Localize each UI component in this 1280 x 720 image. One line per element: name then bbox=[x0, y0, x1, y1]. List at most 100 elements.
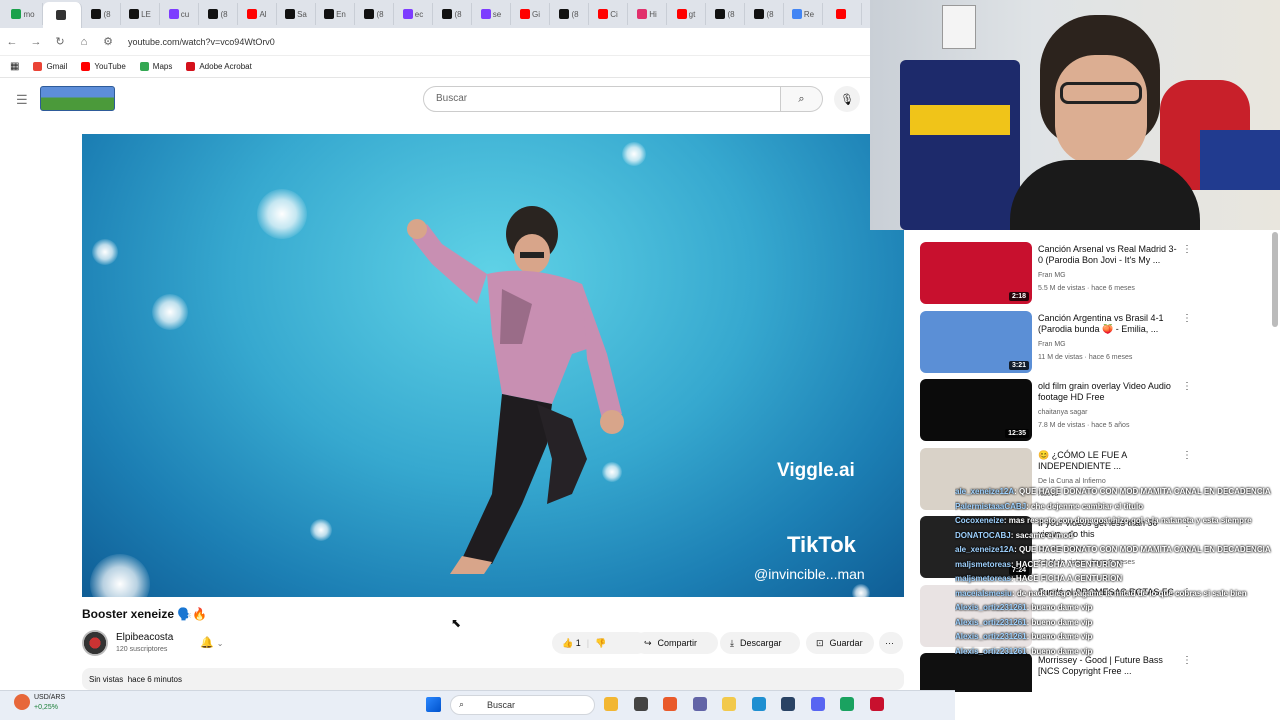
bookmark-item[interactable]: Gmail bbox=[33, 62, 67, 71]
view-count: Sin vistas bbox=[89, 675, 124, 684]
url-field[interactable]: youtube.com/watch?v=vco94WtOrv0 bbox=[128, 37, 275, 47]
search-input[interactable]: Buscar bbox=[423, 86, 781, 112]
voice-search-button[interactable]: 🎙 bbox=[834, 86, 860, 112]
video-thumbnail[interactable]: 2:18 bbox=[920, 242, 1032, 304]
browser-tab[interactable]: (8 bbox=[433, 3, 472, 25]
bookmark-item[interactable]: Adobe Acrobat bbox=[186, 62, 252, 71]
taskbar-app-icon[interactable] bbox=[869, 697, 884, 711]
tab-label: (8 bbox=[766, 9, 774, 19]
recommendation-channel[interactable]: De la Cuna al Infierno bbox=[1038, 478, 1106, 485]
apps-icon[interactable]: ▦ bbox=[10, 61, 19, 72]
person-shirt bbox=[1010, 160, 1200, 230]
browser-tab[interactable] bbox=[823, 3, 862, 25]
video-thumbnail[interactable]: 12:35 bbox=[920, 379, 1032, 441]
recommendation-item[interactable]: 2:18 Canción Arsenal vs Real Madrid 3-0 (… bbox=[920, 242, 1280, 306]
forward-icon[interactable]: → bbox=[24, 36, 48, 48]
currency-widget[interactable]: USD/ARS +0,25% bbox=[34, 693, 65, 713]
tab-favicon-icon bbox=[324, 9, 335, 19]
taskbar-app-icon[interactable] bbox=[663, 697, 677, 711]
chat-message: Alexis_ortiz231261: bueno dame vip bbox=[955, 616, 1280, 631]
recommendation-channel[interactable]: Fran MG bbox=[1038, 272, 1066, 279]
taskbar-app-icon[interactable] bbox=[840, 697, 854, 711]
taskbar-search[interactable]: ⌕ Buscar bbox=[450, 695, 595, 715]
home-icon[interactable]: ⌂ bbox=[72, 36, 96, 48]
browser-tab[interactable]: se bbox=[472, 3, 511, 25]
chat-username: maceiaIsmesiu bbox=[955, 588, 1012, 598]
duration-badge: 2:18 bbox=[1008, 292, 1029, 301]
notification-bell-button[interactable]: 🔔 ⌄ bbox=[200, 636, 223, 649]
tab-favicon-icon bbox=[168, 9, 179, 19]
mouse-cursor: ⬉ bbox=[451, 616, 462, 630]
description-box[interactable]: Sin vistas hace 6 minutos bbox=[82, 668, 904, 690]
browser-tab[interactable]: (8 bbox=[355, 3, 394, 25]
taskbar-app-icon[interactable] bbox=[692, 697, 707, 711]
dislike-button[interactable]: 👎 bbox=[595, 638, 606, 649]
avatar[interactable] bbox=[82, 630, 108, 656]
menu-icon[interactable]: ☰ bbox=[16, 92, 28, 108]
more-vert-icon[interactable]: ⋮ bbox=[1182, 244, 1192, 255]
browser-tab[interactable]: gt bbox=[667, 3, 706, 25]
browser-tab[interactable]: mo bbox=[4, 3, 43, 25]
bookmark-item[interactable]: Maps bbox=[139, 62, 172, 71]
start-button[interactable] bbox=[426, 697, 441, 712]
more-vert-icon[interactable]: ⋮ bbox=[1182, 381, 1192, 392]
browser-tab[interactable]: En bbox=[316, 3, 355, 25]
taskbar-app-icon[interactable] bbox=[751, 697, 766, 711]
download-button[interactable]: ⤓ Descargar bbox=[720, 632, 800, 654]
channel-name[interactable]: Elpibeacosta bbox=[116, 632, 173, 643]
scrollbar[interactable] bbox=[1272, 232, 1278, 327]
recommendation-title[interactable]: 😊 ¿CÓMO LE FUE A INDEPENDIENTE ... bbox=[1038, 450, 1178, 472]
tab-favicon-icon bbox=[56, 10, 66, 20]
bookmark-item[interactable]: YouTube bbox=[81, 62, 126, 71]
browser-tab[interactable]: (8 bbox=[82, 3, 121, 25]
tab-label: En bbox=[336, 9, 346, 19]
recommendation-channel[interactable]: Fran MG bbox=[1038, 341, 1066, 348]
like-button[interactable]: 👍 1 bbox=[562, 638, 581, 649]
browser-tab[interactable]: Gi bbox=[511, 3, 550, 25]
browser-tab[interactable]: (8 bbox=[550, 3, 589, 25]
more-actions-button[interactable]: ··· bbox=[879, 632, 903, 654]
recommendation-item[interactable]: 3:21 Canción Argentina vs Brasil 4-1 (Par… bbox=[920, 310, 1280, 375]
video-thumbnail[interactable]: 3:21 bbox=[920, 310, 1032, 373]
browser-tab[interactable]: (8 bbox=[706, 3, 745, 25]
taskbar-app-icon[interactable] bbox=[604, 697, 618, 711]
browser-tab[interactable]: Re bbox=[784, 3, 823, 25]
browser-tab[interactable]: Sa bbox=[277, 3, 316, 25]
browser-tab[interactable]: (8 bbox=[199, 3, 238, 25]
browser-tab[interactable]: cu bbox=[160, 3, 199, 25]
more-vert-icon[interactable]: ⋮ bbox=[1182, 313, 1192, 324]
chat-message: maceiaIsmesiu: de nada diego pagame la m… bbox=[955, 587, 1280, 602]
download-icon: ⤓ bbox=[730, 637, 734, 648]
recommendation-title[interactable]: old film grain overlay Video Audio foota… bbox=[1038, 381, 1178, 403]
more-vert-icon[interactable]: ⋮ bbox=[1182, 450, 1192, 461]
share-button[interactable]: ↪ Compartir bbox=[634, 632, 718, 654]
tiktok-handle: @invincible...man bbox=[754, 566, 865, 582]
browser-tab[interactable]: (8 bbox=[745, 3, 784, 25]
browser-tab[interactable]: Al bbox=[238, 3, 277, 25]
back-icon[interactable]: ← bbox=[0, 36, 24, 48]
browser-tab[interactable]: ec bbox=[394, 3, 433, 25]
video-player[interactable]: Viggle.ai TikTok @invincible...man bbox=[82, 134, 904, 597]
recommendation-title[interactable]: Canción Argentina vs Brasil 4-1 (Parodia… bbox=[1038, 313, 1178, 335]
chat-text: : de nada diego pagame la mitad de lo qu… bbox=[1011, 588, 1247, 598]
weather-icon[interactable] bbox=[14, 694, 30, 710]
taskbar-app-icon[interactable] bbox=[781, 697, 795, 711]
recommendation-channel[interactable]: chaitanya sagar bbox=[1038, 409, 1087, 416]
taskbar-app-icon[interactable] bbox=[633, 697, 648, 711]
browser-tab[interactable]: Ci bbox=[589, 3, 628, 25]
chat-username: ale_xeneize12A bbox=[955, 487, 1015, 496]
recommendation-item[interactable]: 12:35 old film grain overlay Video Audio … bbox=[920, 379, 1280, 443]
browser-tab[interactable]: Hi bbox=[628, 3, 667, 25]
taskbar-app-icon[interactable] bbox=[810, 697, 825, 711]
search-button[interactable]: ⌕ bbox=[781, 86, 823, 112]
browser-tab[interactable] bbox=[43, 2, 82, 28]
browser-tab[interactable]: LE bbox=[121, 3, 160, 25]
save-button[interactable]: ⊡ Guardar bbox=[806, 632, 874, 654]
channel-logo[interactable] bbox=[40, 86, 115, 111]
share-label: Compartir bbox=[657, 638, 698, 648]
recommendation-title[interactable]: Canción Arsenal vs Real Madrid 3-0 (Paro… bbox=[1038, 244, 1178, 266]
taskbar-app-icon[interactable] bbox=[722, 697, 736, 711]
site-info-icon[interactable]: ⚙ bbox=[96, 35, 120, 48]
reload-icon[interactable]: ↻ bbox=[48, 35, 72, 48]
currency-pair: USD/ARS bbox=[34, 694, 66, 701]
